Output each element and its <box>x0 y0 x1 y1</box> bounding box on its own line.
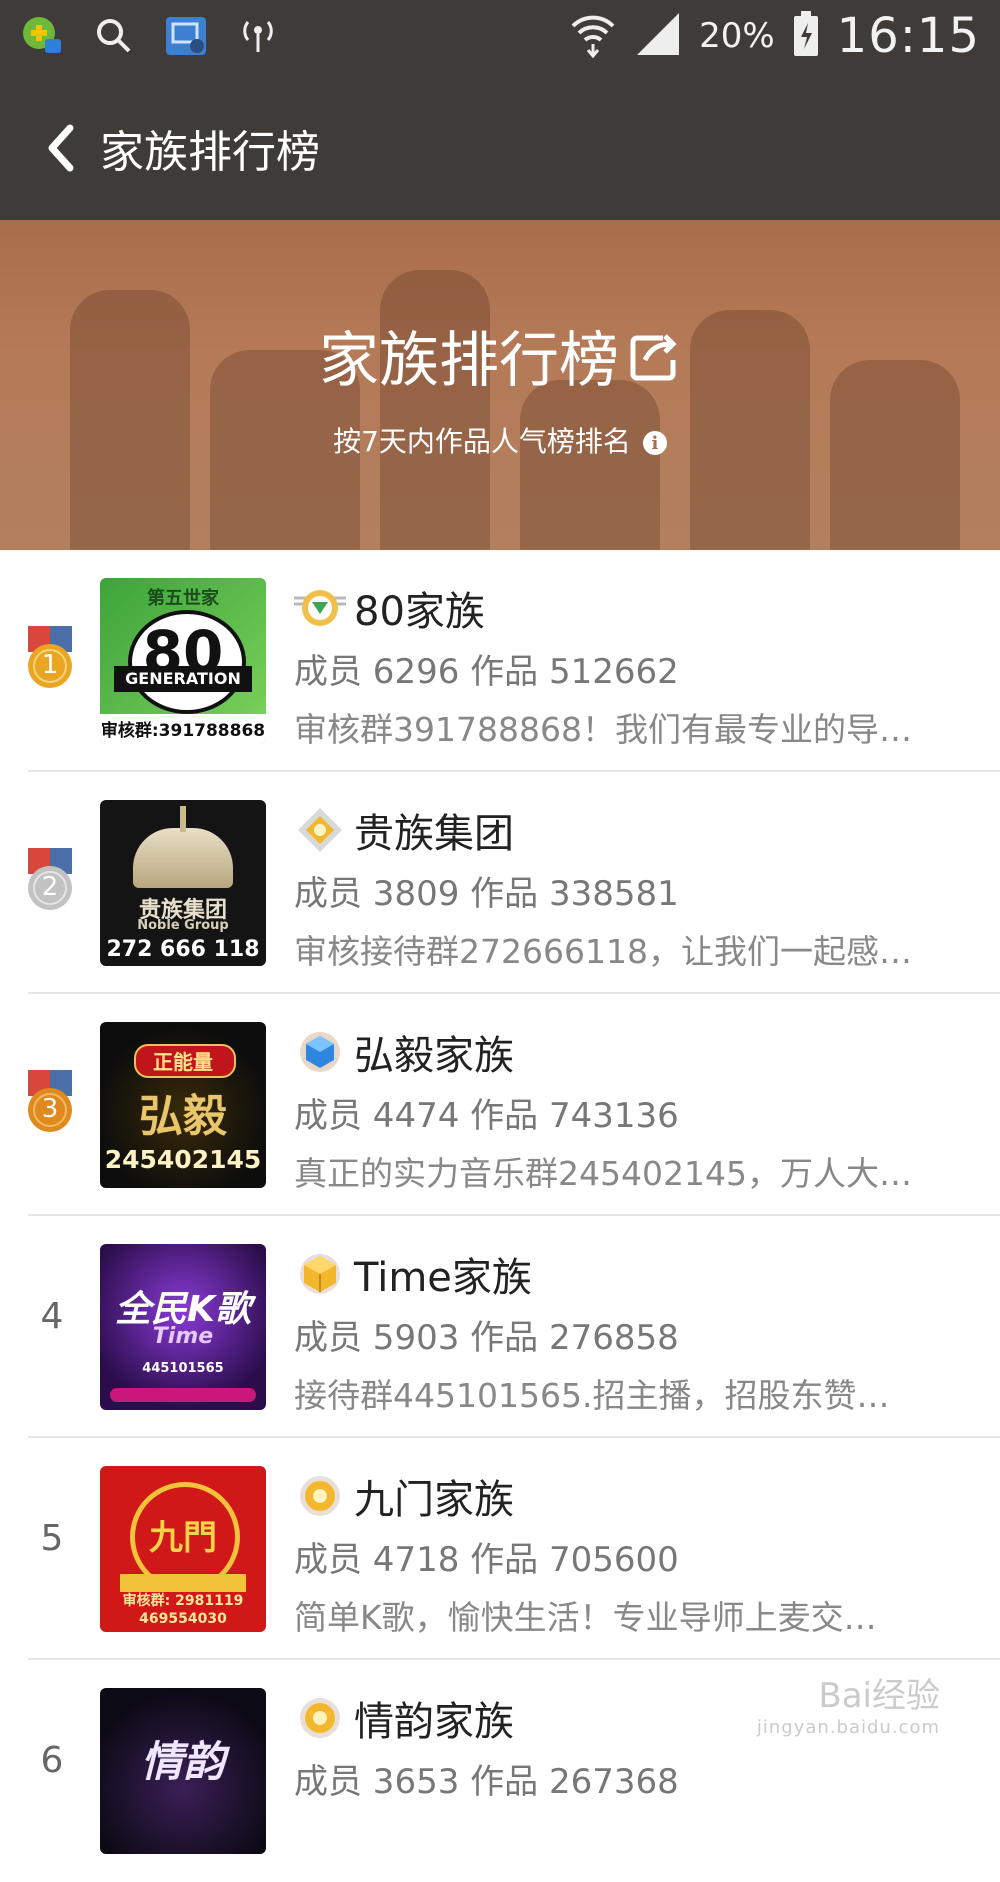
search-icon <box>92 14 136 58</box>
silver-medal-icon: 2 <box>26 848 74 912</box>
gold-cube-badge-icon <box>294 1252 346 1296</box>
avatar-text-bottom: 272 666 118 <box>106 937 260 962</box>
watermark-url: jingyan.baidu.com <box>756 1717 940 1738</box>
avatar-text-main: 情韵 <box>140 1737 225 1786</box>
avatar-text-bottom: 445101565 <box>142 1361 224 1376</box>
battery-icon <box>793 11 819 61</box>
family-name: 贵族集团 <box>354 811 514 857</box>
hotspot-icon <box>236 14 280 58</box>
family-description: 简单K歌，愉快生活！专业导师上麦交… <box>294 1598 877 1637</box>
rank-number: 3 <box>41 1094 59 1124</box>
family-stats: 成员 3809 作品 338581 <box>294 874 679 914</box>
banner-title: 家族排行榜 <box>0 312 1000 399</box>
app-notification-icon <box>20 14 64 58</box>
avatar-text-bottom: 审核群: 2981119 469554030 <box>122 1593 244 1627</box>
family-description: 接待群445101565.招主播，招股东赞… <box>294 1376 890 1415</box>
gold-medal-icon: 1 <box>26 626 74 690</box>
family-stats: 成员 4474 作品 743136 <box>294 1096 679 1136</box>
family-stats: 成员 4718 作品 705600 <box>294 1540 679 1580</box>
screen-cast-icon <box>164 14 208 58</box>
family-avatar[interactable]: 正能量 弘毅 245402145 <box>100 1022 266 1188</box>
family-description: 真正的实力音乐群245402145，万人大… <box>294 1154 912 1193</box>
family-info: 贵族集团 成员 3809 作品 338581 审核接待群272666118，让我… <box>294 802 980 973</box>
app-bar: 家族排行榜 <box>0 72 1000 220</box>
bronze-medal-icon: 3 <box>26 1070 74 1134</box>
watermark-brand: Bai经验 <box>818 1676 940 1716</box>
list-item[interactable]: 3 正能量 弘毅 245402145 弘毅家族 成员 4474 作品 74313… <box>0 994 1000 1216</box>
family-info: 九门家族 成员 4718 作品 705600 简单K歌，愉快生活！专业导师上麦交… <box>294 1468 980 1639</box>
back-button[interactable] <box>40 118 80 178</box>
share-icon[interactable] <box>627 329 681 399</box>
ranking-banner: 家族排行榜 按7天内作品人气榜排名 i <box>0 220 1000 550</box>
family-name: 80家族 <box>354 589 485 635</box>
family-avatar[interactable]: 贵族集团 Noble Group 272 666 118 <box>100 800 266 966</box>
wifi-icon <box>569 10 617 62</box>
avatar-text-sub: Time <box>152 1324 214 1349</box>
list-item[interactable]: 1 第五世家 80 GENERATION 审核群:391788868 80家族 … <box>0 550 1000 772</box>
avatar-text-top: 第五世家 <box>147 588 219 609</box>
list-item[interactable]: 5 九門 审核群: 2981119 469554030 九门家族 成员 4718… <box>0 1438 1000 1660</box>
list-item[interactable]: 2 贵族集团 Noble Group 272 666 118 贵族集团 成员 3… <box>0 772 1000 994</box>
rank-number: 2 <box>41 872 59 902</box>
rank-number: 4 <box>40 1296 64 1337</box>
family-info: 弘毅家族 成员 4474 作品 743136 真正的实力音乐群245402145… <box>294 1024 980 1195</box>
banner-title-text: 家族排行榜 <box>319 326 619 396</box>
family-info: Time家族 成员 5903 作品 276858 接待群445101565.招主… <box>294 1246 980 1417</box>
rank-number: 6 <box>40 1740 64 1781</box>
list-item[interactable]: 4 全民K歌 Time 445101565 Time家族 成员 5903 作品 … <box>0 1216 1000 1438</box>
gold-ring-badge-icon <box>294 1474 346 1518</box>
blue-gem-badge-icon <box>294 1030 346 1074</box>
family-description: 审核接待群272666118，让我们一起感… <box>294 932 912 971</box>
family-name: 弘毅家族 <box>354 1033 514 1079</box>
watermark: Bai经验 jingyan.baidu.com <box>757 1668 940 1738</box>
gold-ring-badge-icon <box>294 1696 346 1740</box>
family-avatar[interactable]: 第五世家 80 GENERATION 审核群:391788868 <box>100 578 266 744</box>
info-icon[interactable]: i <box>642 431 667 455</box>
avatar-text-sub: Noble Group <box>137 918 229 933</box>
avatar-text-top: 正能量 <box>153 1050 213 1074</box>
avatar-text-bottom: 245402145 <box>104 1145 262 1174</box>
family-name: 情韵家族 <box>354 1699 514 1745</box>
page-title: 家族排行榜 <box>100 127 320 178</box>
avatar-text-bottom: 审核群:391788868 <box>100 721 266 741</box>
green-wing-badge-icon <box>294 586 346 630</box>
family-avatar[interactable]: 九門 审核群: 2981119 469554030 <box>100 1466 266 1632</box>
family-stats: 成员 3653 作品 267368 <box>294 1762 679 1802</box>
family-stats: 成员 6296 作品 512662 <box>294 652 679 692</box>
rank-number: 5 <box>40 1518 64 1559</box>
clock: 16:15 <box>836 8 980 64</box>
family-avatar[interactable]: 全民K歌 Time 445101565 <box>100 1244 266 1410</box>
avatar-text-main: 九門 <box>149 1518 217 1558</box>
gold-diamond-badge-icon <box>294 808 346 852</box>
banner-subtitle-text: 按7天内作品人气榜排名 <box>333 425 631 458</box>
battery-percentage: 20% <box>699 16 775 56</box>
family-info: 80家族 成员 6296 作品 512662 审核群391788868！我们有最… <box>294 580 980 751</box>
family-description: 审核群391788868！我们有最专业的导… <box>294 710 912 749</box>
status-bar: 20% 16:15 <box>0 0 1000 72</box>
avatar-text-sub: GENERATION <box>125 669 241 688</box>
family-stats: 成员 5903 作品 276858 <box>294 1318 679 1358</box>
banner-subtitle: 按7天内作品人气榜排名 i <box>0 420 1000 460</box>
family-name: 九门家族 <box>354 1477 514 1523</box>
chevron-left-icon <box>48 124 74 172</box>
family-name: Time家族 <box>354 1255 532 1301</box>
family-avatar[interactable]: 情韵 <box>100 1688 266 1854</box>
signal-icon <box>635 11 681 61</box>
avatar-text-main: 弘毅 <box>139 1091 227 1142</box>
rank-number: 1 <box>41 650 59 680</box>
